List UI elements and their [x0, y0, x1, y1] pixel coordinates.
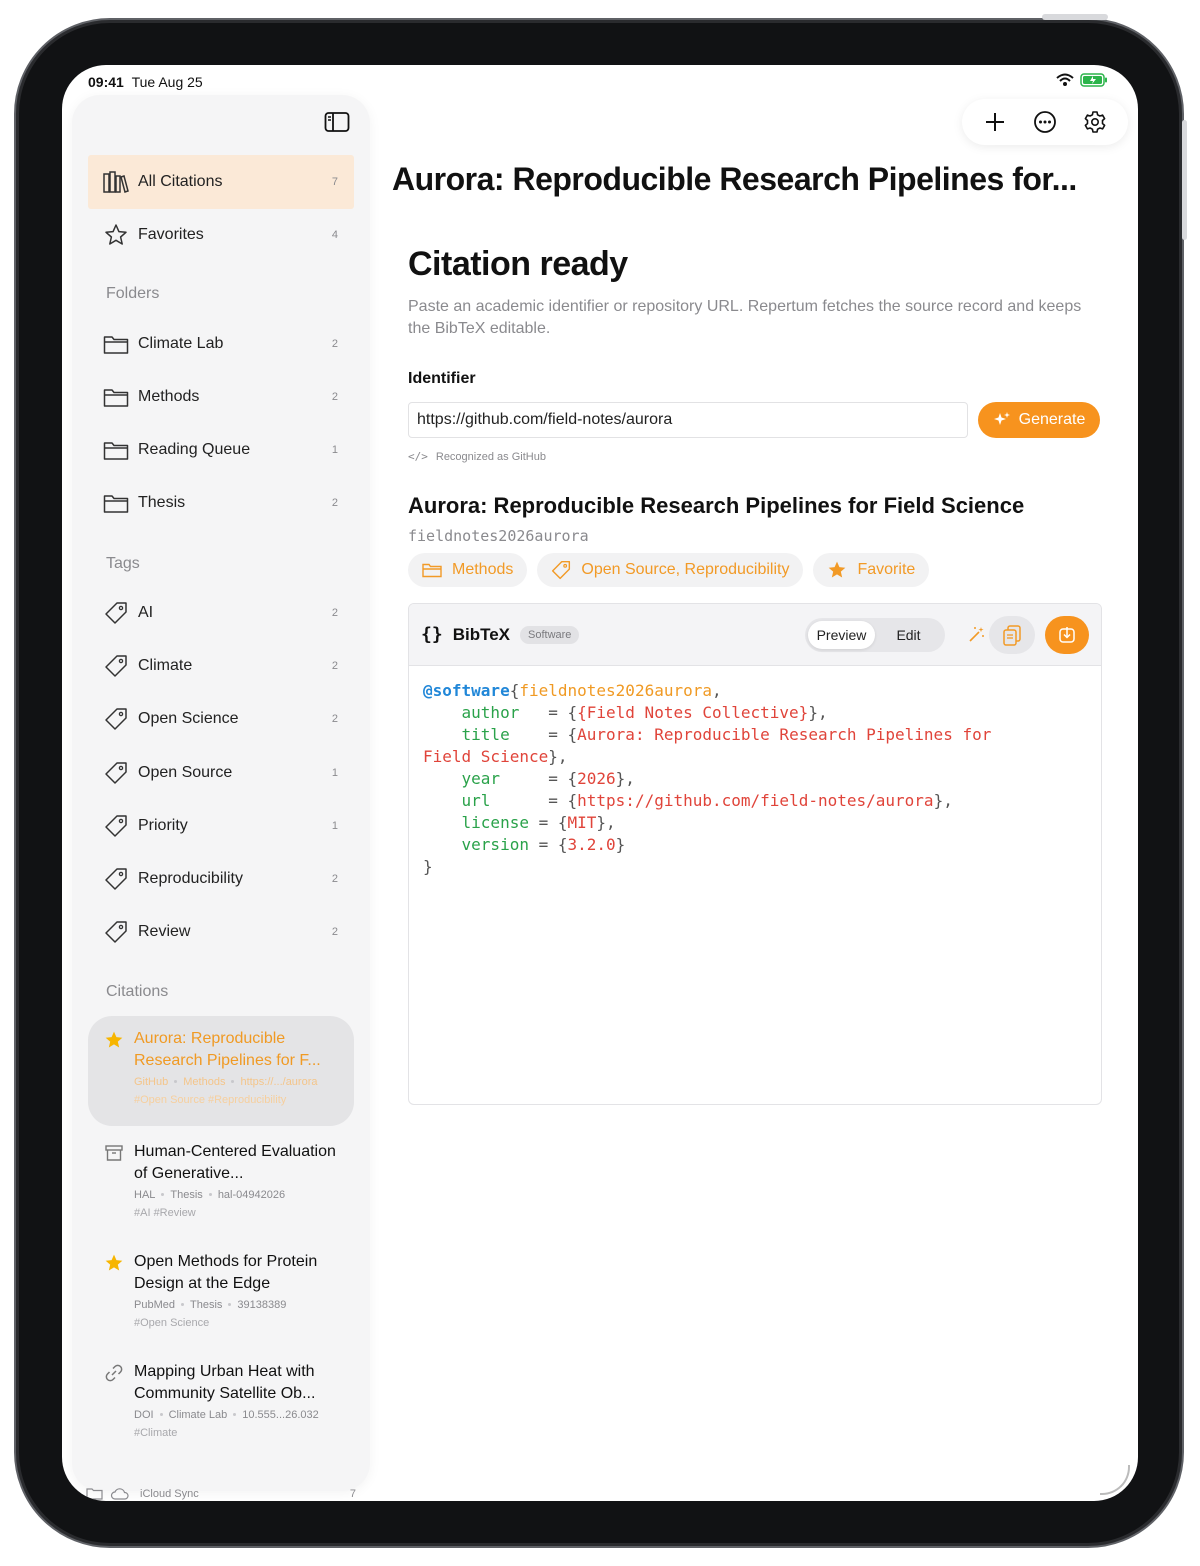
volume-button	[1182, 120, 1187, 240]
sidebar-item-reading-queue[interactable]: Reading Queue 1	[88, 423, 354, 477]
tag-icon	[102, 759, 130, 787]
identifier-input[interactable]	[408, 402, 968, 438]
battery-icon	[1080, 73, 1107, 87]
paper-title: Aurora: Reproducible Research Pipelines …	[408, 493, 1025, 518]
sidebar-icon	[324, 112, 350, 132]
tags-chip[interactable]: Open Source, Reproducibility	[537, 553, 804, 587]
sidebar-item-tag-open-source[interactable]: Open Source 1	[88, 746, 354, 800]
folder-badge-icon	[86, 1488, 103, 1500]
code-icon: </>	[408, 450, 428, 463]
wifi-icon	[1056, 73, 1074, 86]
tag-icon	[552, 560, 571, 580]
status-time: 09:41 Tue Aug 25	[88, 74, 203, 90]
status-bar: 09:41 Tue Aug 25	[62, 65, 1138, 99]
cloud-icon	[110, 1488, 129, 1500]
sync-footer: iCloud Sync 7	[86, 1487, 356, 1501]
citekey: fieldnotes2026aurora	[408, 527, 589, 545]
view-mode-segmented: Preview Edit	[805, 618, 945, 652]
status-heading: Citation ready	[408, 245, 628, 283]
sidebar-item-favorites[interactable]: Favorites 4	[88, 208, 354, 262]
folders-header: Folders	[106, 285, 160, 302]
sidebar-item-tag-reproducibility[interactable]: Reproducibility 2	[88, 852, 354, 906]
identifier-label: Identifier	[408, 370, 476, 387]
tag-icon	[102, 652, 130, 680]
description-text: Paste an academic identifier or reposito…	[408, 298, 1082, 337]
tag-icon	[102, 812, 130, 840]
bibtex-code: @software{fieldnotes2026aurora, author =…	[423, 681, 992, 876]
tag-icon	[102, 865, 130, 893]
star-icon	[104, 1253, 124, 1273]
sidebar-item-tag-open-science[interactable]: Open Science 2	[88, 692, 354, 746]
citations-header: Citations	[106, 983, 169, 1000]
edit-tab[interactable]: Edit	[875, 621, 942, 649]
generate-button[interactable]: Generate	[978, 402, 1100, 438]
folder-icon	[102, 436, 130, 464]
sidebar-item-tag-ai[interactable]: AI 2	[88, 586, 354, 640]
books-icon	[102, 168, 130, 196]
ellipsis-circle-icon	[1034, 111, 1056, 133]
sidebar-item-tag-priority[interactable]: Priority 1	[88, 799, 354, 853]
entry-type-badge: Software	[520, 625, 580, 644]
recognized-label: </> Recognized as GitHub	[408, 450, 546, 463]
copy-button[interactable]	[989, 616, 1035, 654]
citation-item[interactable]: Open Methods for Protein Design at the E…	[88, 1239, 354, 1347]
settings-button[interactable]	[1080, 107, 1110, 137]
copy-icon	[1003, 625, 1021, 646]
bibtex-panel: {} BibTeX Software Preview Edit @softwar…	[408, 603, 1102, 1105]
star-icon	[829, 561, 846, 578]
star-icon	[104, 1030, 124, 1050]
sparkles-icon	[993, 412, 1010, 425]
folder-icon	[102, 489, 130, 517]
sidebar: All Citations 7 Favorites 4 Folders Clim…	[72, 95, 370, 1500]
folder-chip[interactable]: Methods	[408, 553, 528, 587]
gear-icon	[1084, 111, 1106, 133]
archive-icon	[104, 1143, 124, 1163]
export-button[interactable]	[1045, 616, 1089, 654]
sidebar-item-thesis[interactable]: Thesis 2	[88, 476, 354, 530]
sidebar-item-tag-climate[interactable]: Climate 2	[88, 639, 354, 693]
identifier-row: Generate	[408, 402, 1102, 438]
add-button[interactable]	[980, 107, 1010, 137]
screen: 09:41 Tue Aug 25 All Citations 7 Favorit…	[62, 65, 1138, 1501]
status-icons	[1056, 73, 1108, 87]
tags-header: Tags	[106, 555, 140, 572]
folder-icon	[102, 330, 130, 358]
magic-wand-icon	[969, 627, 984, 642]
top-button	[1042, 14, 1108, 20]
folder-icon	[422, 563, 442, 578]
sidebar-toggle-button[interactable]	[324, 111, 354, 135]
link-icon	[104, 1363, 124, 1383]
page-title: Aurora: Reproducible Research Pipelines …	[392, 161, 1077, 197]
citation-item[interactable]: Mapping Urban Heat with Community Satell…	[88, 1349, 354, 1457]
bibtex-header: {} BibTeX Software Preview Edit	[409, 604, 1101, 666]
tag-icon	[102, 705, 130, 733]
tag-icon	[102, 918, 130, 946]
preview-tab[interactable]: Preview	[808, 621, 875, 649]
toolbar	[962, 99, 1128, 145]
main-content: Citation ready Paste an academic identif…	[408, 245, 1102, 1105]
favorite-chip[interactable]: Favorite	[813, 553, 930, 587]
download-icon	[1059, 627, 1075, 643]
braces-icon: {}	[421, 624, 443, 645]
tag-icon	[102, 599, 130, 627]
sidebar-item-methods[interactable]: Methods 2	[88, 370, 354, 424]
citation-item[interactable]: Aurora: Reproducible Research Pipelines …	[88, 1016, 354, 1126]
chip-row: Methods Open Source, Reproducibility Fav…	[408, 553, 1102, 587]
sidebar-item-all-citations[interactable]: All Citations 7	[88, 155, 354, 209]
more-button[interactable]	[1030, 107, 1060, 137]
folder-icon	[102, 383, 130, 411]
citation-item[interactable]: Human-Centered Evaluation of Generative.…	[88, 1129, 354, 1237]
plus-icon	[986, 113, 1004, 131]
star-icon	[102, 221, 130, 249]
sidebar-item-tag-review[interactable]: Review 2	[88, 905, 354, 959]
sidebar-item-climate-lab[interactable]: Climate Lab 2	[88, 317, 354, 371]
